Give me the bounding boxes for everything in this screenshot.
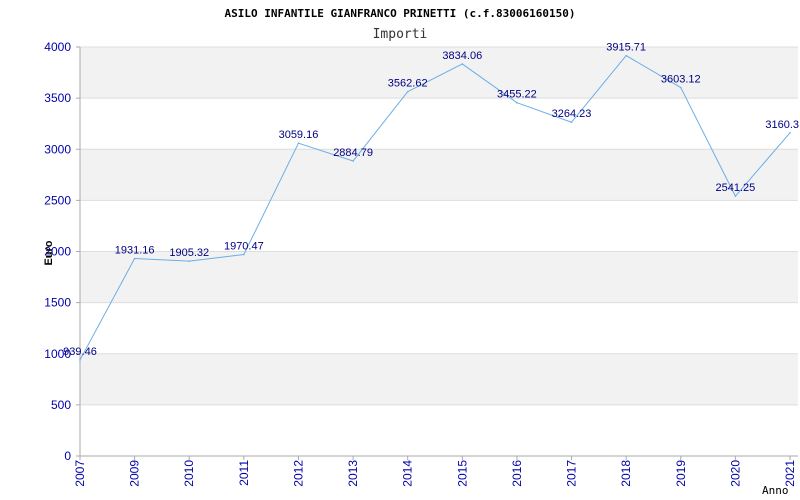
data-point <box>79 359 81 361</box>
data-point <box>516 101 518 104</box>
x-tick-label: 2010 <box>182 460 196 487</box>
grid-band <box>80 149 798 201</box>
series-group <box>79 54 791 361</box>
series-line <box>79 55 791 361</box>
data-label: 1905.32 <box>169 247 209 259</box>
data-point <box>625 54 627 57</box>
y-tick-label: 2500 <box>44 193 71 207</box>
data-point <box>461 63 464 65</box>
y-tick-label: 0 <box>64 449 71 463</box>
data-label: 3562.62 <box>388 78 428 90</box>
data-label: 3915.71 <box>606 42 646 54</box>
x-tick-label: 2016 <box>510 460 524 487</box>
data-label: 2884.79 <box>333 147 373 159</box>
x-tick-label: 2017 <box>565 460 579 487</box>
x-tick-label: 2014 <box>401 460 415 487</box>
x-tick-label: 2009 <box>128 460 142 487</box>
x-axis-title: Anno <box>762 484 789 497</box>
data-label: 2541.25 <box>716 182 756 194</box>
data-label: 3264.23 <box>552 108 592 120</box>
grid-band <box>80 47 798 99</box>
x-tick-label: 2013 <box>346 460 360 487</box>
x-tick-label: 2012 <box>291 460 305 487</box>
data-label: 1970.47 <box>224 241 264 253</box>
x-tick-label: 2015 <box>455 460 469 487</box>
data-label: 939.46 <box>63 346 97 358</box>
data-label: 3455.22 <box>497 89 537 101</box>
x-tick-label: 2007 <box>73 460 87 487</box>
data-point <box>570 121 573 124</box>
y-tick-label: 4000 <box>44 40 71 54</box>
grid-band <box>80 353 798 405</box>
data-point <box>188 260 191 262</box>
data-point <box>406 90 409 93</box>
data-point <box>297 142 300 145</box>
x-tick-label: 2019 <box>674 460 688 487</box>
y-tick-label: 500 <box>51 398 71 412</box>
chart-title: ASILO INFANTILE GIANFRANCO PRINETTI (c.f… <box>225 7 576 20</box>
line-chart: 050010001500200025003000350040002007 2009… <box>43 7 799 497</box>
data-label: 3160.3 <box>765 119 799 131</box>
y-tick-label: 3000 <box>44 142 71 156</box>
data-point <box>243 253 245 256</box>
chart-subtitle: Importi <box>373 27 428 42</box>
x-tick-label: 2011 <box>237 460 251 486</box>
y-tick-label: 3500 <box>44 91 71 105</box>
data-point <box>734 195 737 197</box>
data-point <box>679 86 682 89</box>
x-tick-label: 2020 <box>728 460 742 487</box>
data-point <box>352 160 354 162</box>
data-label: 3834.06 <box>442 50 482 62</box>
x-tick-label: 2021 <box>783 460 797 487</box>
data-label: 1931.16 <box>115 245 155 257</box>
data-point <box>133 257 136 260</box>
data-label: 3603.12 <box>661 74 701 86</box>
y-axis-title: Euro <box>43 240 55 265</box>
data-point <box>789 132 791 134</box>
data-label: 3059.16 <box>279 129 319 141</box>
x-tick-label: 2018 <box>619 460 633 487</box>
y-tick-label: 1500 <box>44 296 71 310</box>
